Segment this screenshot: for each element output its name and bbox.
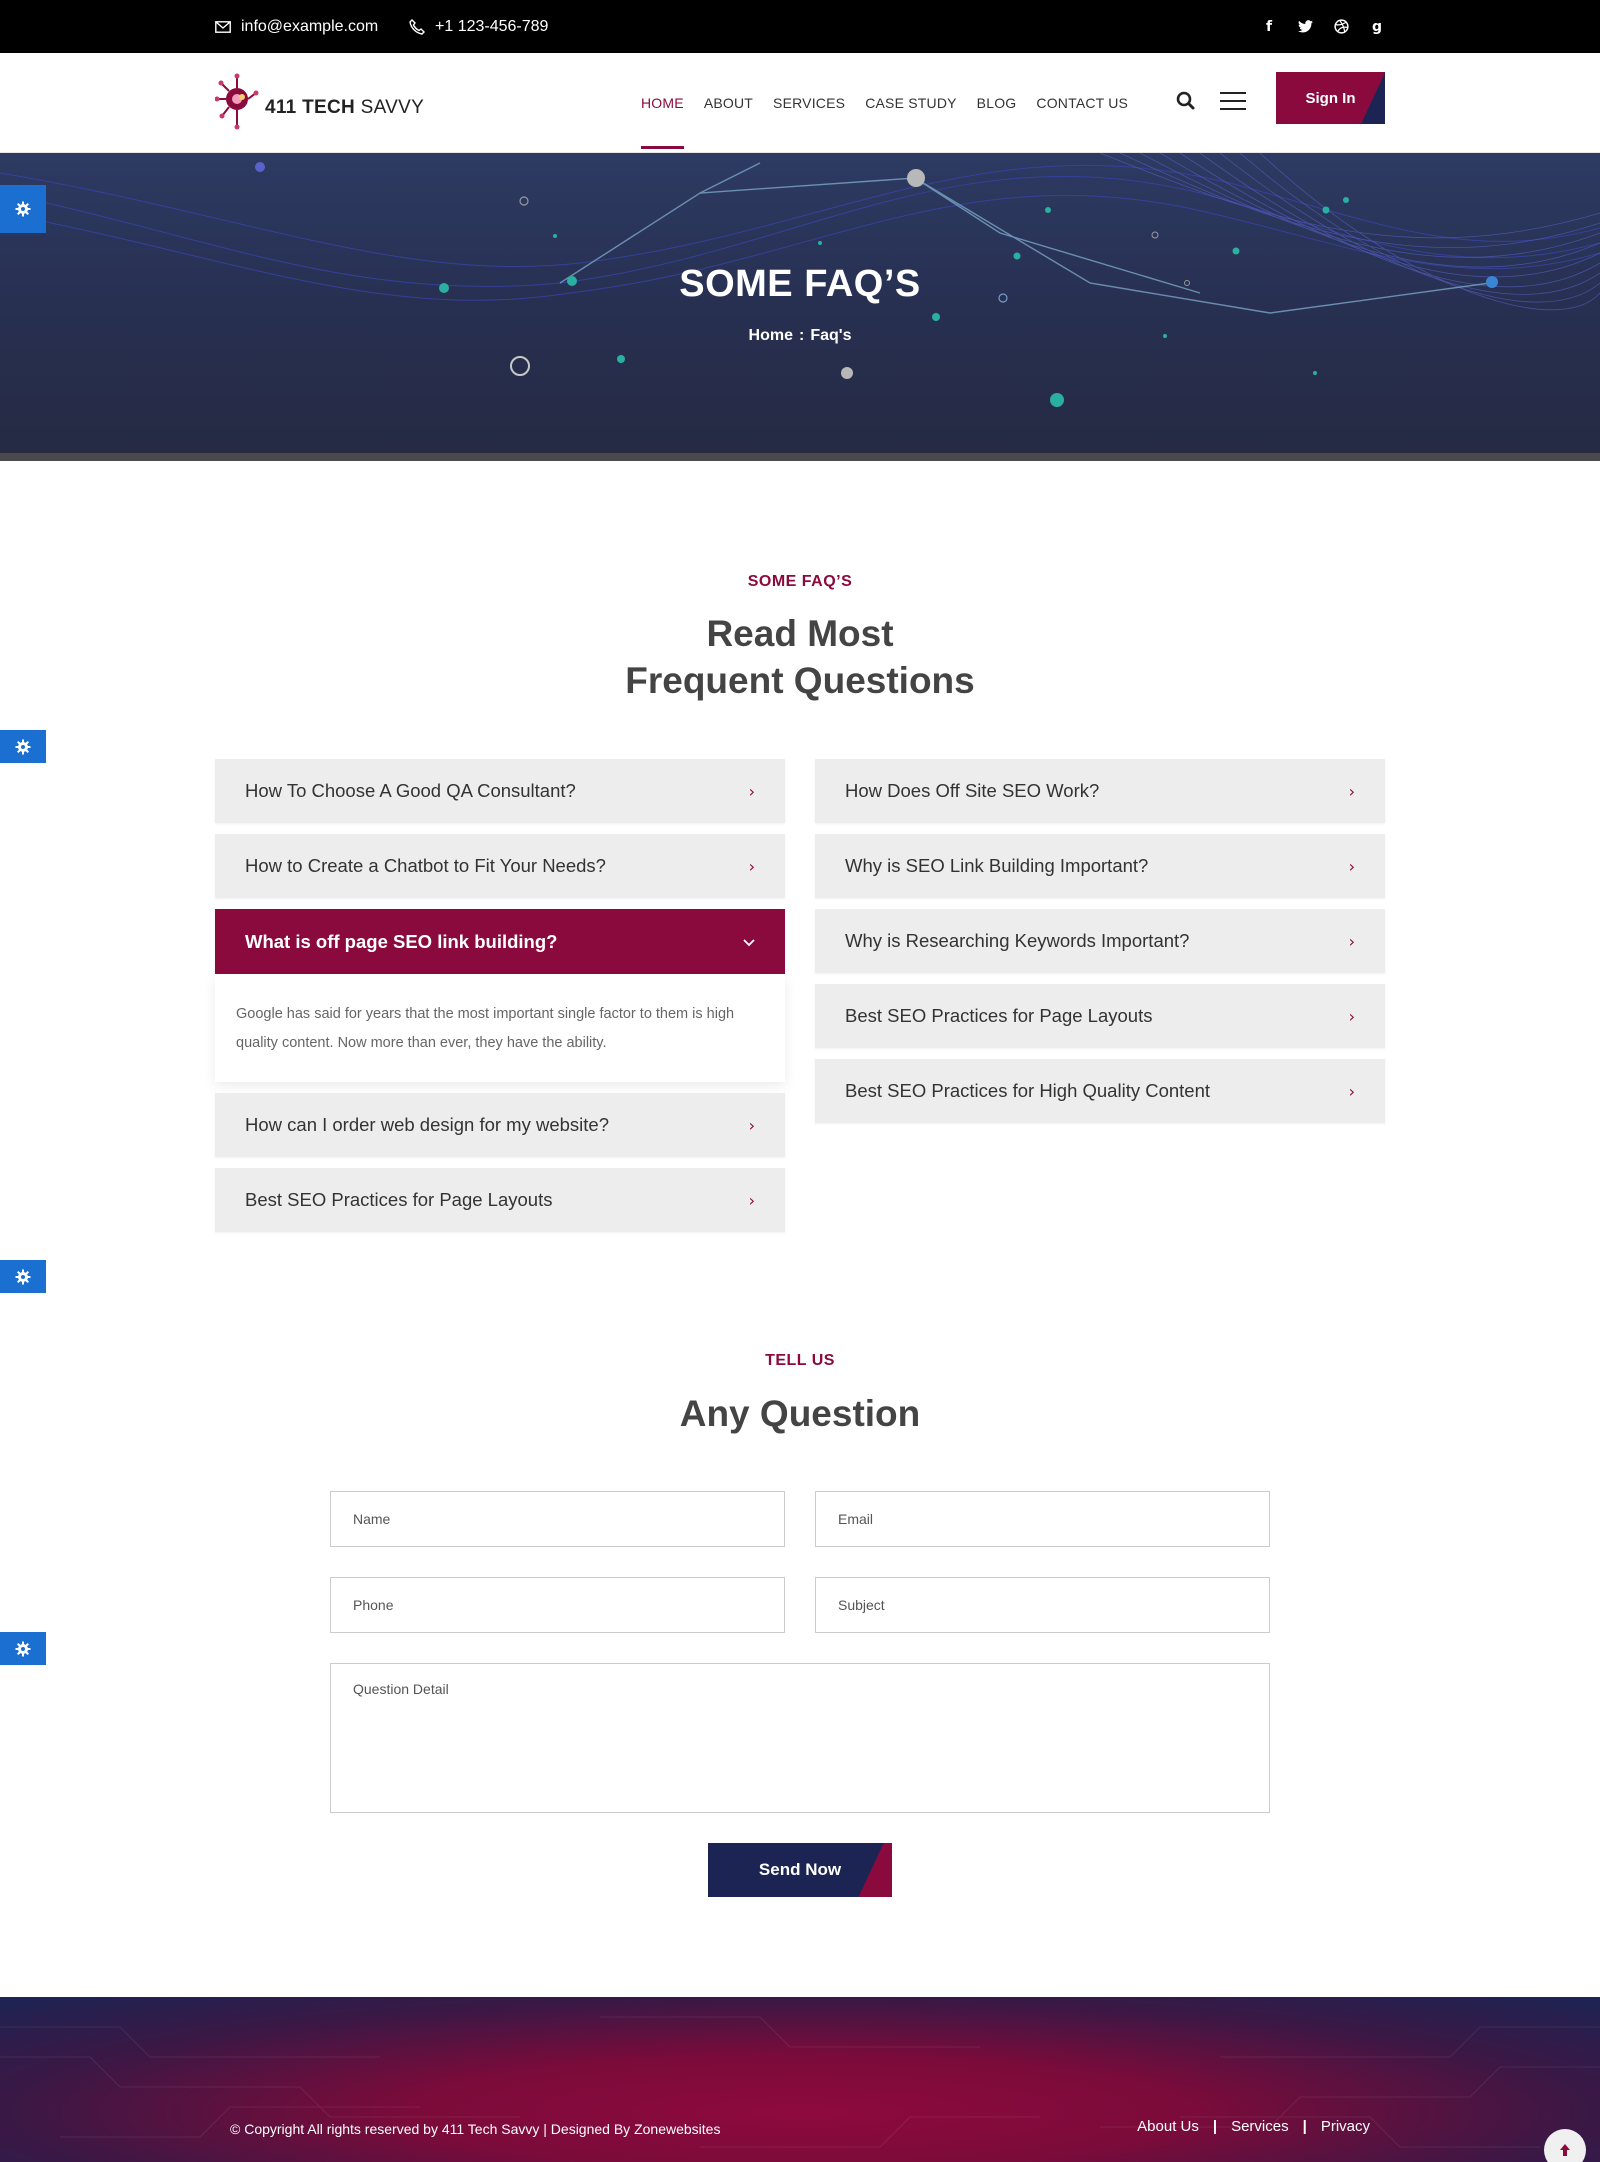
question-detail-field[interactable] (330, 1663, 1270, 1813)
gear-icon (15, 739, 31, 754)
settings-tab[interactable] (0, 1260, 46, 1293)
chevron-right-icon: › (748, 856, 755, 876)
faq-item[interactable]: How To Choose A Good QA Consultant? › (215, 759, 785, 823)
mail-icon (215, 20, 231, 33)
site-footer: © Copyright All rights reserved by 411 T… (0, 1997, 1600, 2162)
arrow-up-icon (1560, 2144, 1570, 2156)
faq-section-label: SOME FAQ’S (747, 573, 853, 590)
logo[interactable]: 411 TECH SAVVY (215, 71, 424, 135)
breadcrumb-separator: : (798, 327, 805, 344)
faq-question: Why is Researching Keywords Important? (845, 930, 1190, 951)
phone-text: +1 123-456-789 (435, 17, 549, 35)
faq-question: How Does Off Site SEO Work? (845, 780, 1100, 801)
faq-question: Best SEO Practices for Page Layouts (845, 1005, 1153, 1026)
phone-contact[interactable]: +1 123-456-789 (409, 0, 548, 53)
faq-item[interactable]: How to Create a Chatbot to Fit Your Need… (215, 834, 785, 898)
site-header: 411 TECH SAVVY HOME ABOUT SERVICES CASE … (0, 53, 1600, 153)
chevron-right-icon: › (1348, 781, 1355, 801)
faq-title-line-1: Read Most (706, 613, 894, 654)
nav-blog[interactable]: BLOG (977, 53, 1017, 153)
form-section-label: TELL US (765, 1352, 835, 1369)
faq-column-left: How To Choose A Good QA Consultant? › How… (215, 759, 785, 1243)
page-hero: SOME FAQ’S Home: Faq's (0, 153, 1600, 461)
footer-link-separator: | (1212, 2118, 1218, 2135)
send-now-button[interactable]: Send Now (708, 1843, 892, 1897)
hamburger-menu-icon[interactable] (1220, 89, 1246, 113)
faq-question: How To Choose A Good QA Consultant? (245, 780, 576, 801)
faq-section-title: Read Most Frequent Questions (0, 610, 1600, 704)
subject-field[interactable] (815, 1577, 1270, 1633)
social-links: f g (1261, 0, 1385, 53)
faq-question: How can I order web design for my websit… (245, 1114, 610, 1135)
faq-item[interactable]: Best SEO Practices for Page Layouts › (215, 1168, 785, 1232)
nav-about[interactable]: ABOUT (704, 53, 753, 153)
chevron-right-icon: › (748, 1190, 755, 1210)
logo-text: 411 TECH SAVVY (265, 97, 425, 118)
search-icon[interactable] (1174, 89, 1198, 113)
phone-field[interactable] (330, 1577, 785, 1633)
faq-answer: Google has said for years that the most … (215, 974, 785, 1082)
nav-home[interactable]: HOME (641, 53, 684, 153)
breadcrumb-current: Faq's (810, 327, 852, 344)
faq-question: Why is SEO Link Building Important? (845, 855, 1149, 876)
footer-links: About Us | Services | Privacy (1137, 2118, 1370, 2135)
name-field[interactable] (330, 1491, 785, 1547)
chevron-right-icon: › (1348, 1006, 1355, 1026)
faq-question: Best SEO Practices for High Quality Cont… (845, 1080, 1211, 1101)
footer-link-separator: | (1302, 2118, 1307, 2135)
footer-link-services[interactable]: Services (1231, 2118, 1289, 2135)
faq-question: What is off page SEO link building? (245, 930, 558, 952)
faq-item[interactable]: Why is SEO Link Building Important? › (815, 834, 1385, 898)
gear-icon (15, 1641, 31, 1656)
chevron-right-icon: › (748, 781, 755, 801)
chevron-right-icon: › (1348, 1081, 1355, 1101)
sign-in-button[interactable]: Sign In (1276, 72, 1385, 124)
settings-tab[interactable] (0, 1632, 46, 1665)
dribbble-icon[interactable] (1333, 19, 1349, 35)
faq-item[interactable]: Best SEO Practices for Page Layouts › (815, 984, 1385, 1048)
faq-question: How to Create a Chatbot to Fit Your Need… (245, 855, 606, 876)
breadcrumb: Home: Faq's (0, 327, 1600, 345)
hero-divider (0, 453, 1600, 461)
breadcrumb-home-link[interactable]: Home (749, 327, 793, 344)
chevron-down-icon (743, 932, 755, 951)
faq-item[interactable]: Why is Researching Keywords Important? › (815, 909, 1385, 973)
top-bar: info@example.com +1 123-456-789 f g (0, 0, 1600, 53)
faq-item[interactable]: How Does Off Site SEO Work? › (815, 759, 1385, 823)
gear-icon (15, 201, 31, 217)
chevron-right-icon: › (1348, 931, 1355, 951)
form-section-title: Any Question (679, 1393, 921, 1434)
faq-column-right: How Does Off Site SEO Work? › Why is SEO … (815, 759, 1385, 1134)
logo-mark-icon (215, 73, 259, 130)
email-contact[interactable]: info@example.com (215, 0, 378, 53)
footer-link-about-us[interactable]: About Us (1137, 2118, 1199, 2135)
gear-icon (15, 1269, 31, 1284)
faq-item-expanded[interactable]: What is off page SEO link building? (215, 909, 785, 974)
nav-case-study[interactable]: CASE STUDY (865, 53, 956, 153)
email-text: info@example.com (241, 17, 379, 35)
phone-icon (409, 18, 425, 35)
faq-item[interactable]: Best SEO Practices for High Quality Cont… (815, 1059, 1385, 1123)
twitter-icon[interactable] (1297, 19, 1313, 35)
footer-link-privacy[interactable]: Privacy (1321, 2118, 1370, 2135)
chevron-right-icon: › (748, 1115, 755, 1135)
faq-title-line-2: Frequent Questions (625, 660, 975, 701)
nav-contact-us[interactable]: CONTACT US (1036, 53, 1128, 153)
main-nav: HOME ABOUT SERVICES CASE STUDY BLOG CONT… (641, 53, 1128, 153)
circuit-background (0, 2016, 1600, 2148)
facebook-icon[interactable]: f (1261, 19, 1277, 35)
chevron-right-icon: › (1348, 856, 1355, 876)
email-field[interactable] (815, 1491, 1270, 1547)
google-icon[interactable]: g (1369, 19, 1385, 35)
network-background (0, 153, 1600, 407)
faq-item[interactable]: How can I order web design for my websit… (215, 1093, 785, 1157)
nav-services[interactable]: SERVICES (773, 53, 845, 153)
settings-tab[interactable] (0, 730, 46, 763)
faq-question: Best SEO Practices for Page Layouts (245, 1189, 553, 1210)
settings-tab[interactable] (0, 185, 46, 233)
copyright-text: © Copyright All rights reserved by 411 T… (230, 2121, 721, 2137)
page-title: SOME FAQ’S (679, 263, 921, 305)
